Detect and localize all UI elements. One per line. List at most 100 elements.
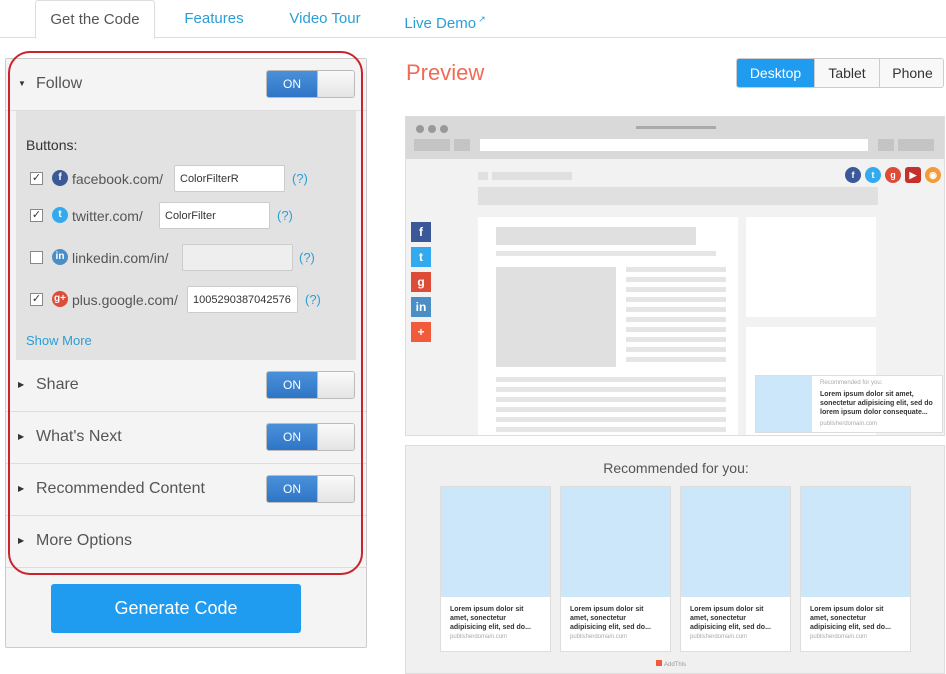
buttons-label: Buttons: <box>26 137 78 153</box>
tab-label: Get the Code <box>50 11 140 28</box>
facebook-checkbox[interactable]: ✓ <box>30 172 43 185</box>
service-label: plus.google.com/ <box>72 292 178 308</box>
facebook-username-input[interactable] <box>174 165 285 192</box>
linkedin-icon: in <box>52 249 68 265</box>
googleplus-id-input[interactable] <box>187 286 298 313</box>
image-placeholder <box>561 487 670 597</box>
caret-right-icon: ▶ <box>18 380 25 389</box>
linkedin-checkbox[interactable] <box>30 251 43 264</box>
tab-features[interactable]: Features <box>170 0 258 38</box>
googleplus-icon: g+ <box>52 291 68 307</box>
window-dot <box>416 125 424 133</box>
placeholder <box>626 277 726 282</box>
linkedin-username-input[interactable] <box>182 244 293 271</box>
caret-down-icon: ▼ <box>18 79 26 88</box>
help-link[interactable]: (?) <box>292 171 308 186</box>
recommended-card: Lorem ipsum dolor sit amet, sonectetur a… <box>440 486 551 652</box>
facebook-icon: f <box>845 167 861 183</box>
twitter-checkbox[interactable]: ✓ <box>30 209 43 222</box>
twitter-icon: t <box>865 167 881 183</box>
placeholder <box>496 397 726 402</box>
recommended-card: Lorem ipsum dolor sit amet, sonectetur a… <box>560 486 671 652</box>
placeholder <box>626 317 726 322</box>
follow-toggle[interactable]: ON <box>266 70 355 98</box>
image-placeholder <box>801 487 910 597</box>
section-recommended-content[interactable]: ▶ Recommended Content ON <box>6 464 366 516</box>
tab-get-the-code[interactable]: Get the Code <box>35 0 155 39</box>
service-row-twitter: ✓ t twitter.com/ (?) <box>16 202 356 232</box>
window-dot <box>440 125 448 133</box>
show-more-link[interactable]: Show More <box>26 333 92 348</box>
section-more-options[interactable]: ▶ More Options <box>6 516 366 568</box>
card-domain: publisherdomain.com <box>810 634 868 640</box>
generate-code-button[interactable]: Generate Code <box>51 584 301 633</box>
section-label: Share <box>36 376 79 393</box>
placeholder <box>496 227 696 245</box>
caret-right-icon: ▶ <box>18 484 25 493</box>
placeholder <box>478 172 488 180</box>
addthis-label: AddThis <box>664 662 687 668</box>
sidebar-block <box>746 217 876 317</box>
section-label: Follow <box>36 75 83 92</box>
section-follow[interactable]: ▼ Follow ON <box>6 59 366 111</box>
card-text: Lorem ipsum dolor sit amet, sonectetur a… <box>450 606 531 631</box>
card-text: Lorem ipsum dolor sit amet, sonectetur a… <box>570 606 651 631</box>
image-placeholder <box>681 487 790 597</box>
service-label: facebook.com/ <box>72 171 164 187</box>
tab-live-demo[interactable]: Live Demo ↗ <box>395 0 495 38</box>
title-bar <box>636 126 716 129</box>
toggle-knob <box>317 372 354 398</box>
share-toggle[interactable]: ON <box>266 371 355 399</box>
follow-settings: Buttons: ✓ f facebook.com/ (?) ✓ t twitt… <box>16 111 356 361</box>
youtube-icon: ▶ <box>905 167 921 183</box>
facebook-share-icon: f <box>411 222 431 242</box>
help-link[interactable]: (?) <box>299 250 315 265</box>
twitter-icon: t <box>52 207 68 223</box>
header-placeholder <box>478 187 878 205</box>
addthis-badge: AddThis <box>656 660 686 668</box>
device-tablet-button[interactable]: Tablet <box>814 59 879 87</box>
nav-tabs: Get the Code Features Video Tour Live De… <box>0 0 946 39</box>
placeholder <box>626 267 726 272</box>
card-text: Lorem ipsum dolor sit amet, sonectetur a… <box>810 606 891 631</box>
caret-right-icon: ▶ <box>18 432 25 441</box>
placeholder <box>626 337 726 342</box>
toggle-knob <box>317 71 354 97</box>
device-phone-button[interactable]: Phone <box>879 59 943 87</box>
device-desktop-button[interactable]: Desktop <box>737 59 814 87</box>
card-domain: publisherdomain.com <box>570 634 628 640</box>
tab-video-tour[interactable]: Video Tour <box>275 0 375 38</box>
recommended-content-toggle[interactable]: ON <box>266 475 355 503</box>
whats-next-toggle[interactable]: ON <box>266 423 355 451</box>
mini-rec-heading: Recommended for you: <box>820 380 883 386</box>
recommended-card: Lorem ipsum dolor sit amet, sonectetur a… <box>680 486 791 652</box>
tab-label: Features <box>184 10 244 27</box>
service-row-googleplus: ✓ g+ plus.google.com/ (?) <box>16 286 356 316</box>
external-link-icon: ↗ <box>478 14 486 24</box>
mini-rec-text: Lorem ipsum dolor sit amet, sonectetur a… <box>820 391 933 416</box>
section-whats-next[interactable]: ▶ What's Next ON <box>6 412 366 464</box>
section-share[interactable]: ▶ Share ON <box>6 360 366 412</box>
mini-rec-domain: publisherdomain.com <box>820 421 878 427</box>
address-bar <box>480 139 868 151</box>
preview-title: Preview <box>406 60 485 85</box>
service-row-linkedin: in linkedin.com/in/ (?) <box>16 244 356 274</box>
card-text: Lorem ipsum dolor sit amet, sonectetur a… <box>690 606 771 631</box>
placeholder <box>496 417 726 422</box>
caret-right-icon: ▶ <box>18 536 25 545</box>
recommended-card: Lorem ipsum dolor sit amet, sonectetur a… <box>800 486 911 652</box>
twitter-username-input[interactable] <box>159 202 270 229</box>
linkedin-share-icon: in <box>411 297 431 317</box>
image-placeholder <box>756 376 812 432</box>
help-link[interactable]: (?) <box>277 208 293 223</box>
service-row-facebook: ✓ f facebook.com/ (?) <box>16 165 356 195</box>
addthis-icon <box>656 660 662 666</box>
image-placeholder <box>496 267 616 367</box>
googleplus-checkbox[interactable]: ✓ <box>30 293 43 306</box>
toggle-on-label: ON <box>267 71 317 97</box>
section-label: What's Next <box>36 428 122 445</box>
toggle-on-label: ON <box>267 372 317 398</box>
help-link[interactable]: (?) <box>305 292 321 307</box>
settings-panel: ▼ Follow ON Buttons: ✓ f facebook.com/ (… <box>5 58 367 648</box>
section-label: More Options <box>36 532 133 549</box>
